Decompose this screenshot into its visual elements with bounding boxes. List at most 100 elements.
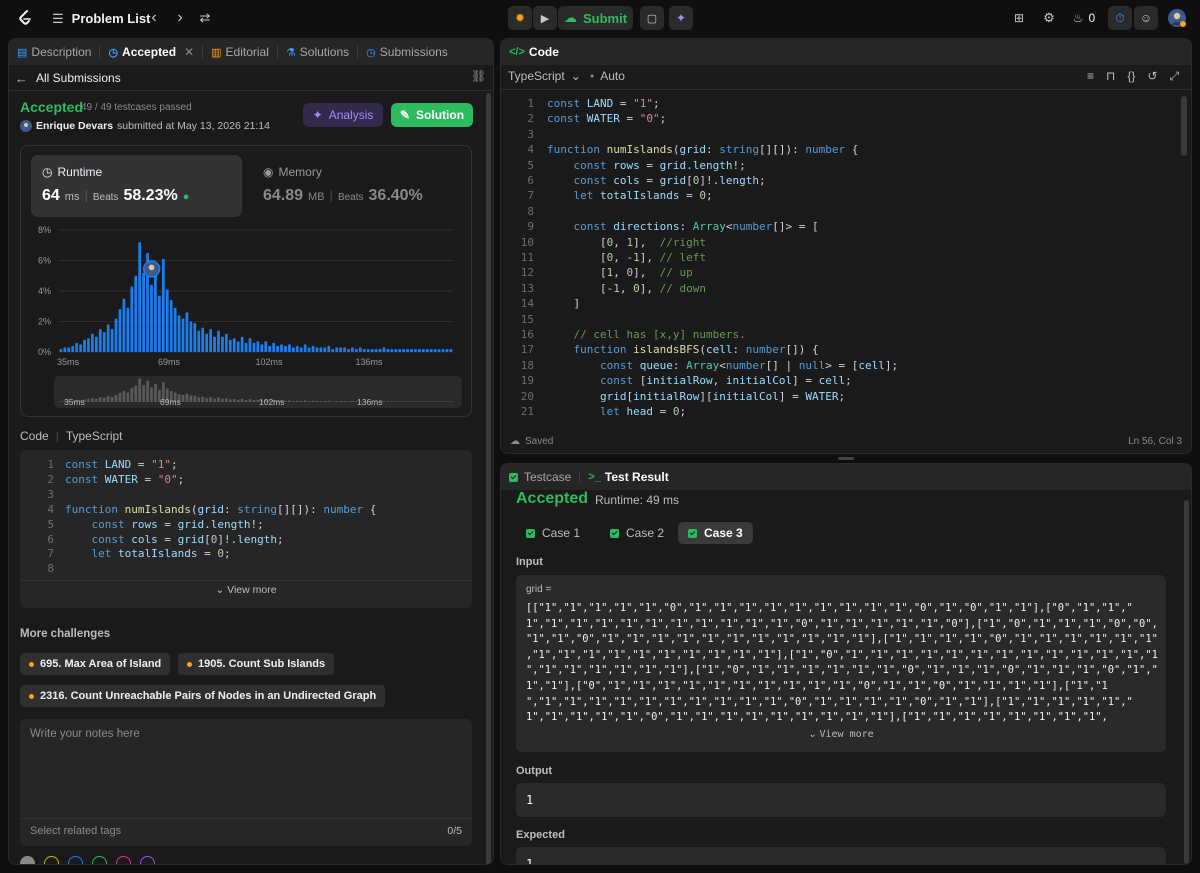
code-text: [0, 1], //right xyxy=(547,235,706,249)
y-tick-label: 4% xyxy=(38,286,51,296)
streak-count: 0 xyxy=(1088,11,1096,25)
line-number: 17 xyxy=(520,343,534,357)
grid-line: 1","1"],["0","1","1","1","1","1","1","1"… xyxy=(526,679,1108,692)
color-swatch-gray[interactable] xyxy=(20,856,35,864)
navigator-bar xyxy=(307,401,311,402)
notes-button[interactable]: ▢ xyxy=(640,6,664,30)
runtime-bar xyxy=(347,348,350,352)
tab-testcase[interactable]: Testcase xyxy=(501,464,579,490)
tab-test-result-label: Test Result xyxy=(604,470,669,484)
color-swatch-pink[interactable] xyxy=(116,856,131,864)
runtime-bar xyxy=(268,345,272,352)
runtime-card[interactable]: ◷ Runtime 64 ms | Beats 58.23% ● xyxy=(31,155,242,217)
navigator-bar xyxy=(189,395,193,402)
challenge-chip[interactable]: 1905. Count Sub Islands xyxy=(178,653,335,675)
runtime-bar xyxy=(284,345,287,352)
debug-button[interactable]: ✹ xyxy=(508,6,532,30)
save-status: ☁ Saved xyxy=(510,436,553,447)
submitted-time: submitted at May 13, 2026 21:14 xyxy=(117,120,270,132)
runtime-distribution-chart[interactable]: 8% 6% 4% 2% 0% 35ms 69ms 102ms 136ms 35ms 69ms 102m… xyxy=(21,222,473,416)
invite-button[interactable]: ☺ xyxy=(1134,6,1158,30)
code-text: function numIslands(grid: string[][]): n… xyxy=(65,502,377,516)
navigator-bar xyxy=(327,400,331,402)
settings-button[interactable]: ⚙ xyxy=(1040,6,1058,30)
runtime-bar xyxy=(71,345,75,352)
runtime-bar xyxy=(193,323,197,352)
runtime-bar xyxy=(217,330,220,352)
streak-counter[interactable]: ♨ 0 xyxy=(1068,6,1100,30)
color-swatch-purple[interactable] xyxy=(140,856,155,864)
code-text: const cols = grid[0]!.length; xyxy=(91,532,284,546)
color-swatch-green[interactable] xyxy=(92,856,107,864)
view-more-button[interactable]: ⌄ View more xyxy=(20,584,472,596)
y-tick-label: 2% xyxy=(38,317,51,327)
next-problem-button[interactable]: › xyxy=(172,6,188,30)
chevron-left-icon: ‹ xyxy=(151,9,157,26)
solution-button[interactable]: ✎ Solution xyxy=(391,103,473,127)
run-button[interactable]: ▶ xyxy=(533,6,557,30)
challenge-title: 695. Max Area of Island xyxy=(40,658,162,670)
tab-submissions[interactable]: ◷ Submissions xyxy=(358,39,456,65)
tab-test-result[interactable]: >_ Test Result xyxy=(580,464,676,490)
layout-button[interactable]: ⊞ xyxy=(1010,6,1028,30)
line-number: 5 xyxy=(47,517,54,531)
fullscreen-icon[interactable]: ⤢ xyxy=(1169,69,1179,84)
view-more-label: View more xyxy=(227,584,277,596)
avatar[interactable] xyxy=(1166,6,1188,30)
navigator-tick-label: 102ms xyxy=(259,397,285,407)
leetcode-logo[interactable] xyxy=(14,6,36,30)
reset-icon[interactable]: ↺ xyxy=(1147,69,1157,84)
prev-problem-button[interactable]: ‹ xyxy=(146,6,162,30)
resize-handle[interactable] xyxy=(838,457,854,460)
left-tab-bar: ▤ Description ◷ Accepted ✕ ▥ Editorial ⚗… xyxy=(9,39,493,65)
tab-solutions[interactable]: ⚗ Solutions xyxy=(278,39,357,65)
tab-editorial[interactable]: ▥ Editorial xyxy=(203,39,277,65)
tab-accepted[interactable]: ◷ Accepted ✕ xyxy=(100,39,202,65)
code-icon: </> xyxy=(509,46,525,58)
scrollbar[interactable] xyxy=(1184,500,1189,864)
random-problem-button[interactable]: ⇄ xyxy=(196,6,214,30)
close-icon[interactable]: ✕ xyxy=(184,45,194,59)
color-swatch-blue[interactable] xyxy=(68,856,83,864)
grid-icon: ⊞ xyxy=(1013,11,1025,25)
navigator-bar xyxy=(59,401,63,402)
tags-select[interactable]: Select related tags xyxy=(30,825,121,837)
shuffle-icon: ⇄ xyxy=(199,10,211,25)
case-tab-1[interactable]: Case 1 xyxy=(516,522,590,544)
navigator-bar xyxy=(291,401,295,402)
submitter-name[interactable]: Enrique Devars xyxy=(36,120,113,132)
memory-card[interactable]: ◉ Memory 64.89 MB | Beats 36.40% xyxy=(253,155,463,217)
navigator-bar xyxy=(418,401,421,402)
challenge-chip[interactable]: 2316. Count Unreachable Pairs of Nodes i… xyxy=(20,685,386,707)
editor-scrollbar[interactable] xyxy=(1181,96,1187,156)
tab-code[interactable]: </> Code xyxy=(501,39,567,65)
scrollbar[interactable] xyxy=(486,93,491,864)
color-swatch-yellow[interactable] xyxy=(44,856,59,864)
language-select[interactable]: TypeScript ⌄ xyxy=(508,69,581,83)
notes-input[interactable]: Write your notes here xyxy=(30,728,140,740)
auto-mode-toggle[interactable]: ● Auto xyxy=(590,69,625,83)
view-more-button[interactable]: ⌄ View more xyxy=(516,729,1166,740)
runtime-bar xyxy=(224,333,228,352)
navigator-bar xyxy=(134,385,138,402)
link-icon[interactable]: ⛓ xyxy=(471,69,487,87)
challenge-chip[interactable]: 695. Max Area of Island xyxy=(20,653,171,675)
case-tab-3[interactable]: Case 3 xyxy=(678,522,753,544)
format-icon[interactable]: ≡ xyxy=(1087,69,1094,84)
grid-line: 1","1","1","1","1","0","1","1","1","1","… xyxy=(526,711,1108,724)
runtime-bar xyxy=(307,347,311,352)
tab-description[interactable]: ▤ Description xyxy=(9,39,99,65)
case-tab-2[interactable]: Case 2 xyxy=(600,522,674,544)
submit-button[interactable]: ☁ Submit xyxy=(558,6,633,30)
analysis-button[interactable]: ✦ Analysis xyxy=(303,103,383,127)
code-editor[interactable]: 1 const LAND = "1"; 2 const WATER = "0"; 3 4 f… xyxy=(501,96,1181,420)
all-submissions-link[interactable]: ← All Submissions xyxy=(15,69,215,87)
memory-icon: ◉ xyxy=(263,165,274,179)
braces-icon[interactable]: {} xyxy=(1127,69,1135,84)
navigator-bar xyxy=(382,401,386,402)
bookmark-icon[interactable]: ⊓ xyxy=(1106,69,1115,84)
line-number: 16 xyxy=(520,328,534,341)
ai-assistant-button[interactable]: ✦ xyxy=(669,6,693,30)
navigator-bar xyxy=(224,398,228,402)
timer-button[interactable]: ⏱ xyxy=(1108,6,1132,30)
